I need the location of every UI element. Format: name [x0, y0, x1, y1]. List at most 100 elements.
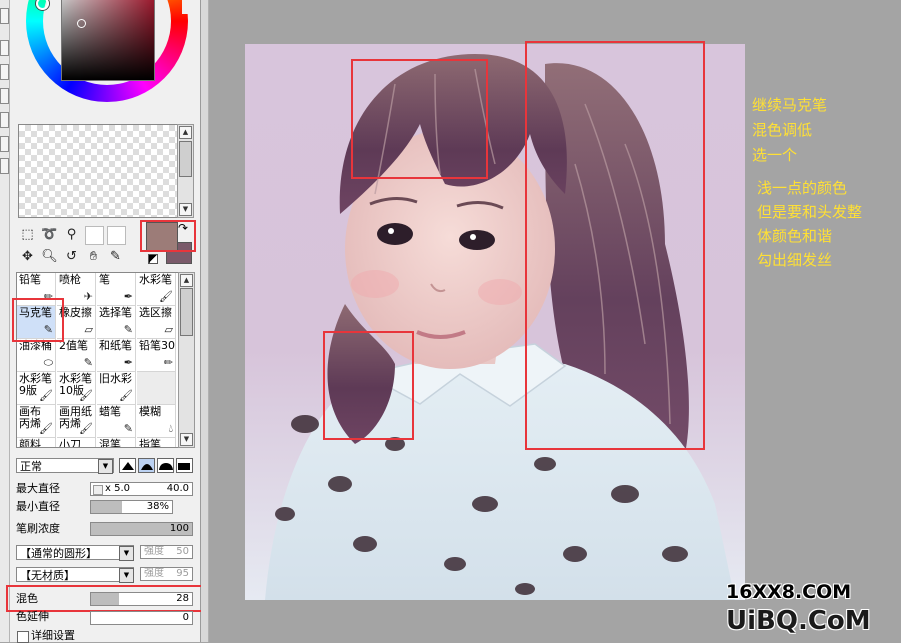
shape-strength-slider[interactable]: 强度 50	[140, 545, 193, 559]
color-swatches[interactable]	[18, 124, 178, 218]
watercolor-icon: 🖌︎	[119, 389, 133, 402]
annotation-side-hair-box	[323, 331, 414, 440]
brush-cell[interactable]: 和纸笔 ✒︎	[97, 339, 136, 372]
panel-divider[interactable]	[201, 0, 209, 642]
min-size-value: 38%	[146, 501, 169, 512]
brush-cell[interactable]: 颜料🖌︎	[17, 438, 56, 447]
density-value: 100	[169, 523, 189, 534]
brush-scrollbar[interactable]: ▲ ▼	[178, 272, 195, 448]
strip-button[interactable]	[0, 112, 9, 128]
note-line: 选一个	[752, 146, 798, 164]
scroll-up-icon[interactable]: ▲	[180, 274, 193, 287]
scroll-up-icon[interactable]: ▲	[179, 126, 192, 139]
note-line: 勾出细发丝	[757, 251, 833, 269]
brush-label: 模糊	[139, 405, 161, 418]
chevron-down-icon[interactable]: ▼	[119, 546, 134, 561]
watermark: 16XX8.COM UiBQ.CoM	[724, 580, 884, 640]
strip-button[interactable]	[0, 64, 9, 80]
note-line: 体颜色和谐	[757, 227, 833, 245]
brush-label: 旧水彩	[99, 372, 132, 385]
brush-cell[interactable]: 蜡笔 ✎	[97, 405, 136, 438]
pencil-icon: ✏︎	[163, 356, 173, 369]
reset-colors-icon[interactable]	[148, 254, 158, 264]
min-size-slider[interactable]: 38%	[90, 500, 173, 514]
scroll-thumb[interactable]	[179, 141, 192, 177]
select-pen-icon: ✎	[123, 323, 133, 336]
eraser-icon: ▱	[84, 323, 93, 336]
brush-cell[interactable]: 2值笔 ✎	[57, 339, 96, 372]
binary-pen-icon: ✎	[83, 356, 93, 369]
brush-cell[interactable]: 旧水彩 🖌︎	[97, 372, 136, 405]
brush-cell[interactable]: 笔 ✒︎	[97, 273, 136, 306]
wheel-corner	[182, 0, 196, 14]
brush-label: 混笔	[99, 438, 121, 448]
note-line: 但是要和头发整	[757, 203, 863, 221]
min-size-fill	[91, 501, 122, 513]
brush-cell[interactable]: 铅笔30 ✏︎	[137, 339, 176, 372]
scroll-thumb[interactable]	[180, 288, 193, 336]
annotation-bangs-box	[351, 59, 488, 179]
sv-picker-marker[interactable]	[77, 19, 86, 28]
bucket-icon: ⬭	[43, 356, 53, 369]
tool-slot[interactable]	[85, 226, 104, 245]
brush-shape-value: 【通常的圆形】	[20, 547, 97, 560]
brush-cell[interactable]: 水彩笔 9版 🖌︎	[17, 372, 56, 405]
persistence-slider[interactable]: 0	[90, 611, 193, 625]
detail-settings-checkbox[interactable]	[17, 631, 29, 643]
strip-button[interactable]	[0, 8, 9, 24]
brush-shape-select[interactable]: 【通常的圆形】	[16, 545, 134, 560]
max-size-slider[interactable]: x 5.0 40.0	[90, 482, 193, 496]
brush-cell[interactable]: 指笔☝︎	[137, 438, 176, 447]
density-label: 笔刷浓度	[16, 522, 60, 535]
shape-strength-label: 强度	[144, 546, 164, 557]
airbrush-icon: ✈︎	[83, 290, 93, 303]
brush-label: 铅笔30	[139, 339, 175, 352]
texture-strength-slider[interactable]: 强度 95	[140, 567, 193, 581]
brush-texture-select[interactable]: 【无材质】	[16, 567, 134, 582]
texture-strength-value: 95	[176, 568, 189, 579]
brush-cell[interactable]: 画用纸 丙烯 🖌︎	[57, 405, 96, 438]
select-eraser-icon: ▱	[164, 323, 173, 336]
eyedropper-icon[interactable]: ✎	[107, 248, 124, 265]
brush-label: 笔	[99, 273, 110, 286]
size-lock-icon[interactable]	[93, 485, 103, 495]
brush-cell[interactable]: 混笔🖌︎	[97, 438, 136, 448]
washi-pen-icon: ✒︎	[123, 356, 133, 369]
scroll-down-icon[interactable]: ▼	[179, 203, 192, 216]
rotate-icon[interactable]: ↺	[63, 248, 80, 265]
zoom-icon[interactable]: 🔍︎	[41, 248, 58, 265]
rect-select-icon[interactable]: ⬚	[19, 226, 36, 243]
lasso-icon[interactable]: ➰	[41, 226, 58, 243]
strip-button[interactable]	[0, 158, 9, 174]
density-slider[interactable]: 100	[90, 522, 193, 536]
brush-cell[interactable]: 模糊 💧︎	[137, 405, 176, 438]
edge-shape-glyphs	[122, 462, 190, 470]
pen-icon: ✒︎	[123, 290, 133, 303]
chevron-down-icon[interactable]: ▼	[119, 568, 134, 583]
brush-cell[interactable]: 选区擦 ▱	[137, 306, 176, 339]
strip-button[interactable]	[0, 88, 9, 104]
scroll-down-icon[interactable]: ▼	[180, 433, 193, 446]
swatch-scrollbar[interactable]: ▲ ▼	[177, 124, 194, 218]
texture-strength-label: 强度	[144, 568, 164, 579]
brush-cell[interactable]: 水彩笔 🖌︎	[137, 273, 176, 306]
move-icon[interactable]: ✥	[19, 248, 36, 265]
brush-cell[interactable]: 油漆桶 ⬭	[17, 339, 56, 372]
saturation-value-square[interactable]	[61, 0, 155, 81]
detail-settings-label: 详细设置	[31, 629, 75, 642]
brush-label: 铅笔	[19, 273, 41, 286]
strip-button[interactable]	[0, 40, 9, 56]
brush-cell[interactable]: 画布 丙烯 🖌︎	[17, 405, 56, 438]
persistence-label: 色延伸	[16, 610, 49, 623]
note-line: 继续马克笔	[752, 96, 828, 114]
brush-cell[interactable]: 选择笔 ✎	[97, 306, 136, 339]
brush-label: 水彩笔	[139, 273, 172, 286]
note-line: 浅一点的颜色	[757, 179, 848, 197]
magic-wand-icon[interactable]: ⚲	[63, 226, 80, 243]
hand-icon[interactable]: ✋︎	[85, 248, 102, 265]
brush-cell[interactable]: 小刀⟋	[57, 438, 96, 447]
chevron-down-icon[interactable]: ▼	[98, 459, 113, 474]
tool-slot[interactable]	[107, 226, 126, 245]
brush-cell[interactable]: 水彩笔 10版 🖌︎	[57, 372, 96, 405]
strip-button[interactable]	[0, 136, 9, 152]
